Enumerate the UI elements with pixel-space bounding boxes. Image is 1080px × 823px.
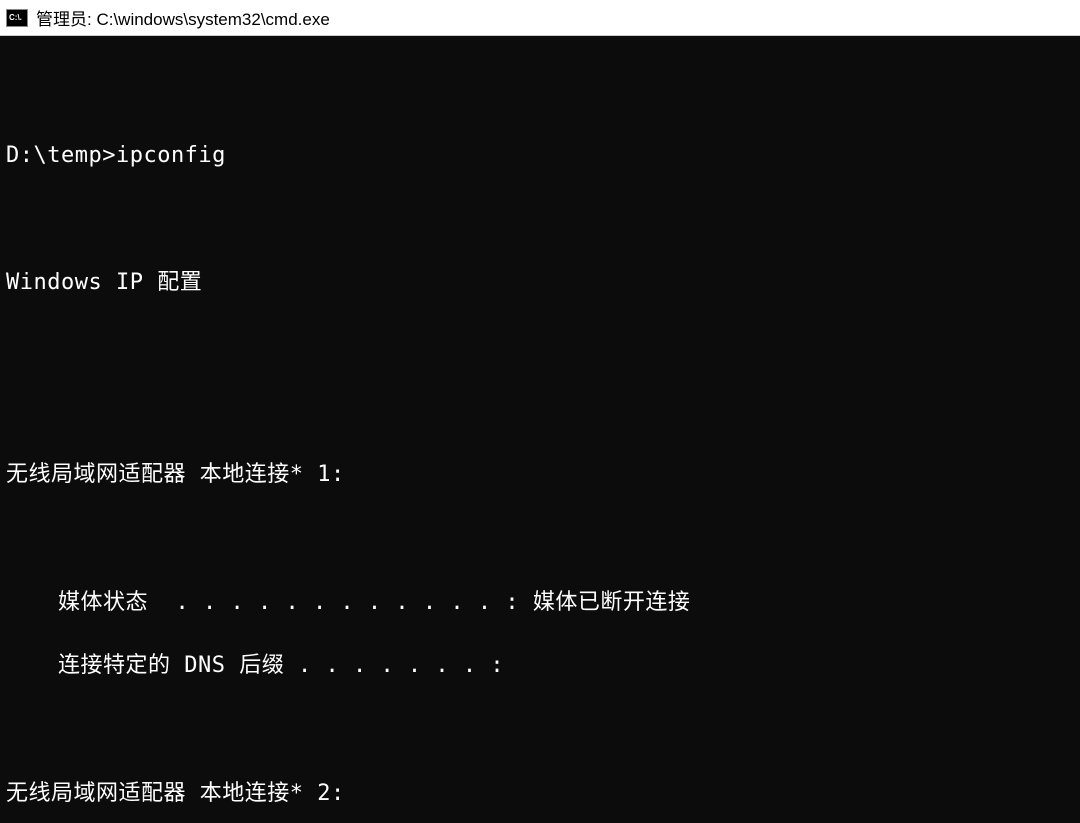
window-titlebar[interactable]: C:\. 管理员: C:\windows\system32\cmd.exe [0,0,1080,36]
window-title: 管理员: C:\windows\system32\cmd.exe [36,5,330,30]
adapter2-title: 无线局域网适配器 本地连接* 2: [6,778,1080,810]
adapter1-dns-suffix: 连接特定的 DNS 后缀 . . . . . . . : [6,650,1080,682]
prompt-line: D:\temp>ipconfig [6,140,1080,172]
adapter1-media-state: 媒体状态 . . . . . . . . . . . . : 媒体已断开连接 [6,587,1080,619]
ipconfig-header: Windows IP 配置 [6,267,1080,299]
adapter1-title: 无线局域网适配器 本地连接* 1: [6,459,1080,491]
terminal-output[interactable]: D:\temp>ipconfig Windows IP 配置 无线局域网适配器 … [0,36,1080,823]
cmd-icon-text: C:\. [9,14,22,22]
cmd-icon: C:\. [6,9,28,27]
